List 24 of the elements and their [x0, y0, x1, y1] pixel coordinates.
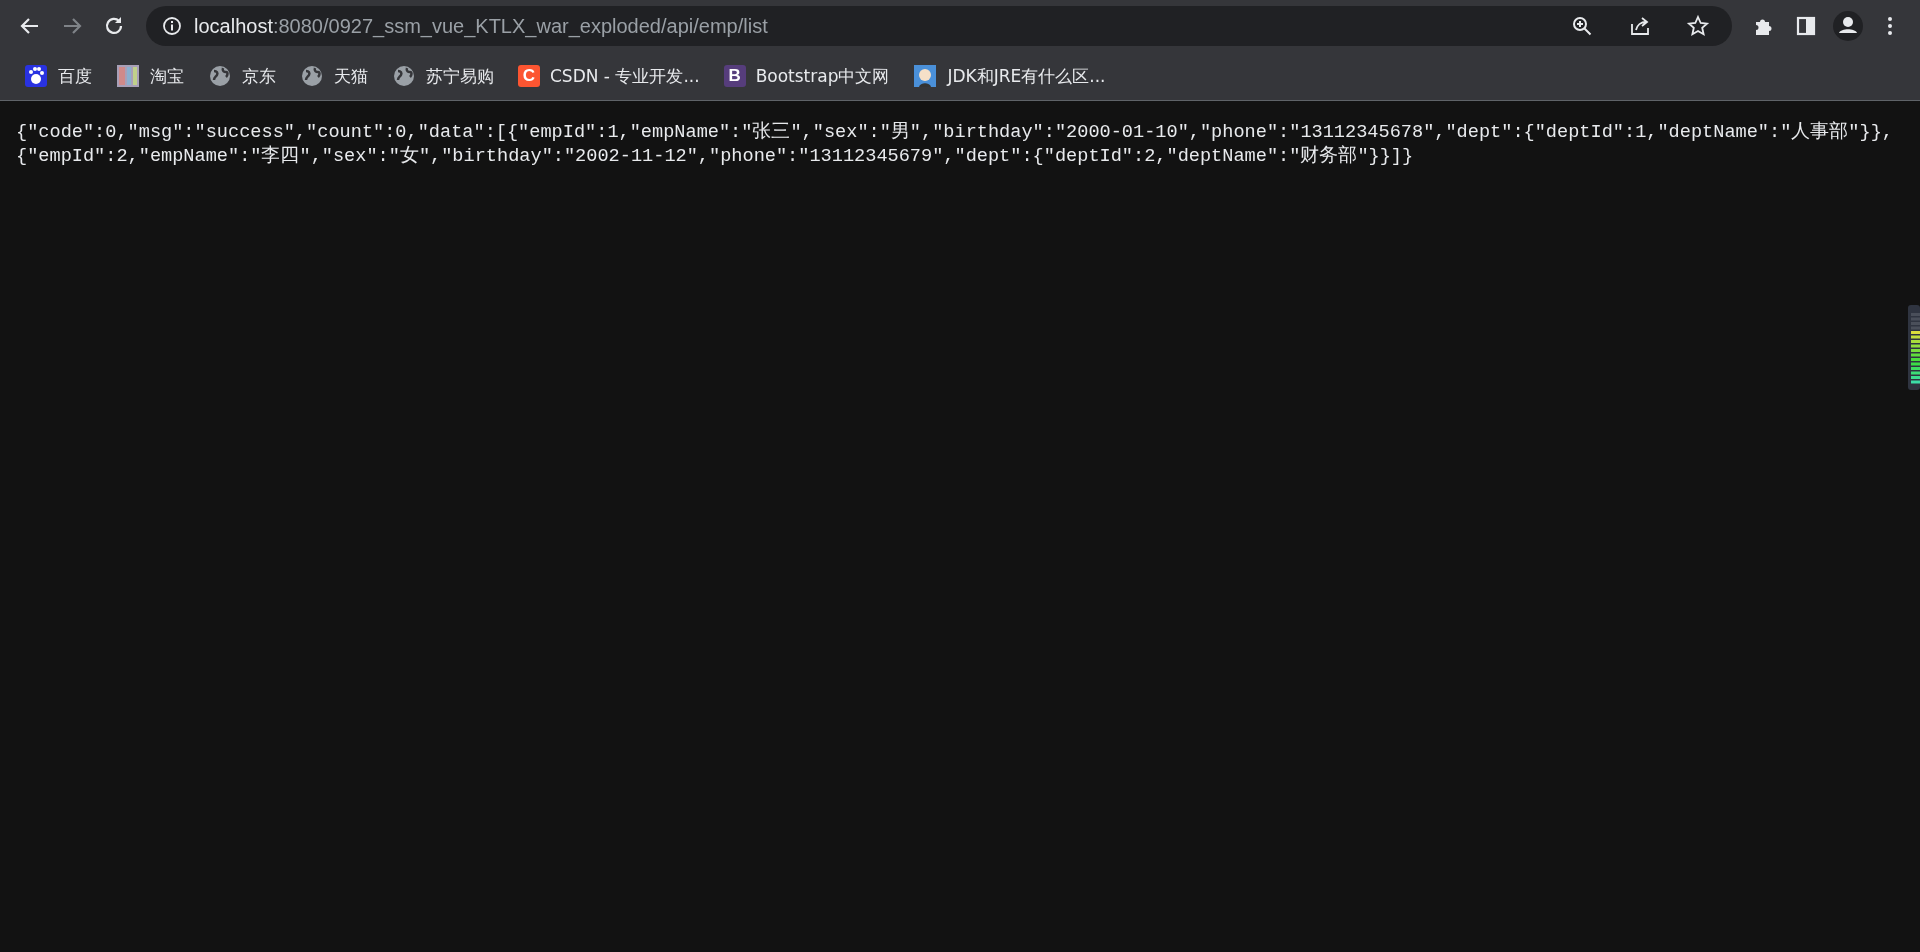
profile-icon[interactable] [1830, 8, 1866, 44]
globe-icon [208, 64, 232, 88]
bookmark-link[interactable]: 天猫 [334, 64, 368, 88]
json-text: {"code":0,"msg":"success","count":0,"data":[{"empId":1,"empName":"张三","sex":"男","birthday":"2000-01-10","phone":"13112345678","dept":{"deptId":1,"deptName":"人事部"}}, [16, 121, 1894, 145]
letter-icon: B [723, 65, 746, 87]
pixel-image-icon [116, 64, 140, 88]
bookmark-link[interactable]: 淘宝 [150, 64, 184, 88]
info-icon[interactable] [160, 14, 184, 38]
avatar-icon [913, 64, 938, 88]
letter-icon: C [518, 65, 540, 87]
bookmark-link[interactable]: JDK和JRE有什么区... [947, 64, 1106, 88]
bookmark-link[interactable]: 百度 [58, 64, 92, 88]
bookmark-link[interactable]: 京东 [242, 64, 276, 88]
share-icon[interactable] [1628, 14, 1652, 38]
star-icon[interactable] [1686, 14, 1710, 38]
address-bar[interactable]: localhost:8080/0927_ssm_vue_KTLX_war_exploded/api/emp/list [146, 6, 1732, 46]
globe-icon [300, 64, 324, 88]
bookmark-link[interactable]: CSDN - 专业开发... [550, 64, 700, 88]
bookmark-link[interactable]: Bootstrap中文网 [755, 64, 890, 88]
json-text: {"empId":2,"empName":"李四","sex":"女","birthday":"2002-11-12","phone":"13112345679","dept":{"deptId":2,"deptName":"财务部"}}]} [16, 145, 1415, 169]
paw-icon [24, 64, 48, 88]
bookmark-link[interactable]: 苏宁易购 [426, 64, 494, 88]
zoom-icon[interactable] [1570, 14, 1594, 38]
globe-icon [392, 64, 416, 88]
